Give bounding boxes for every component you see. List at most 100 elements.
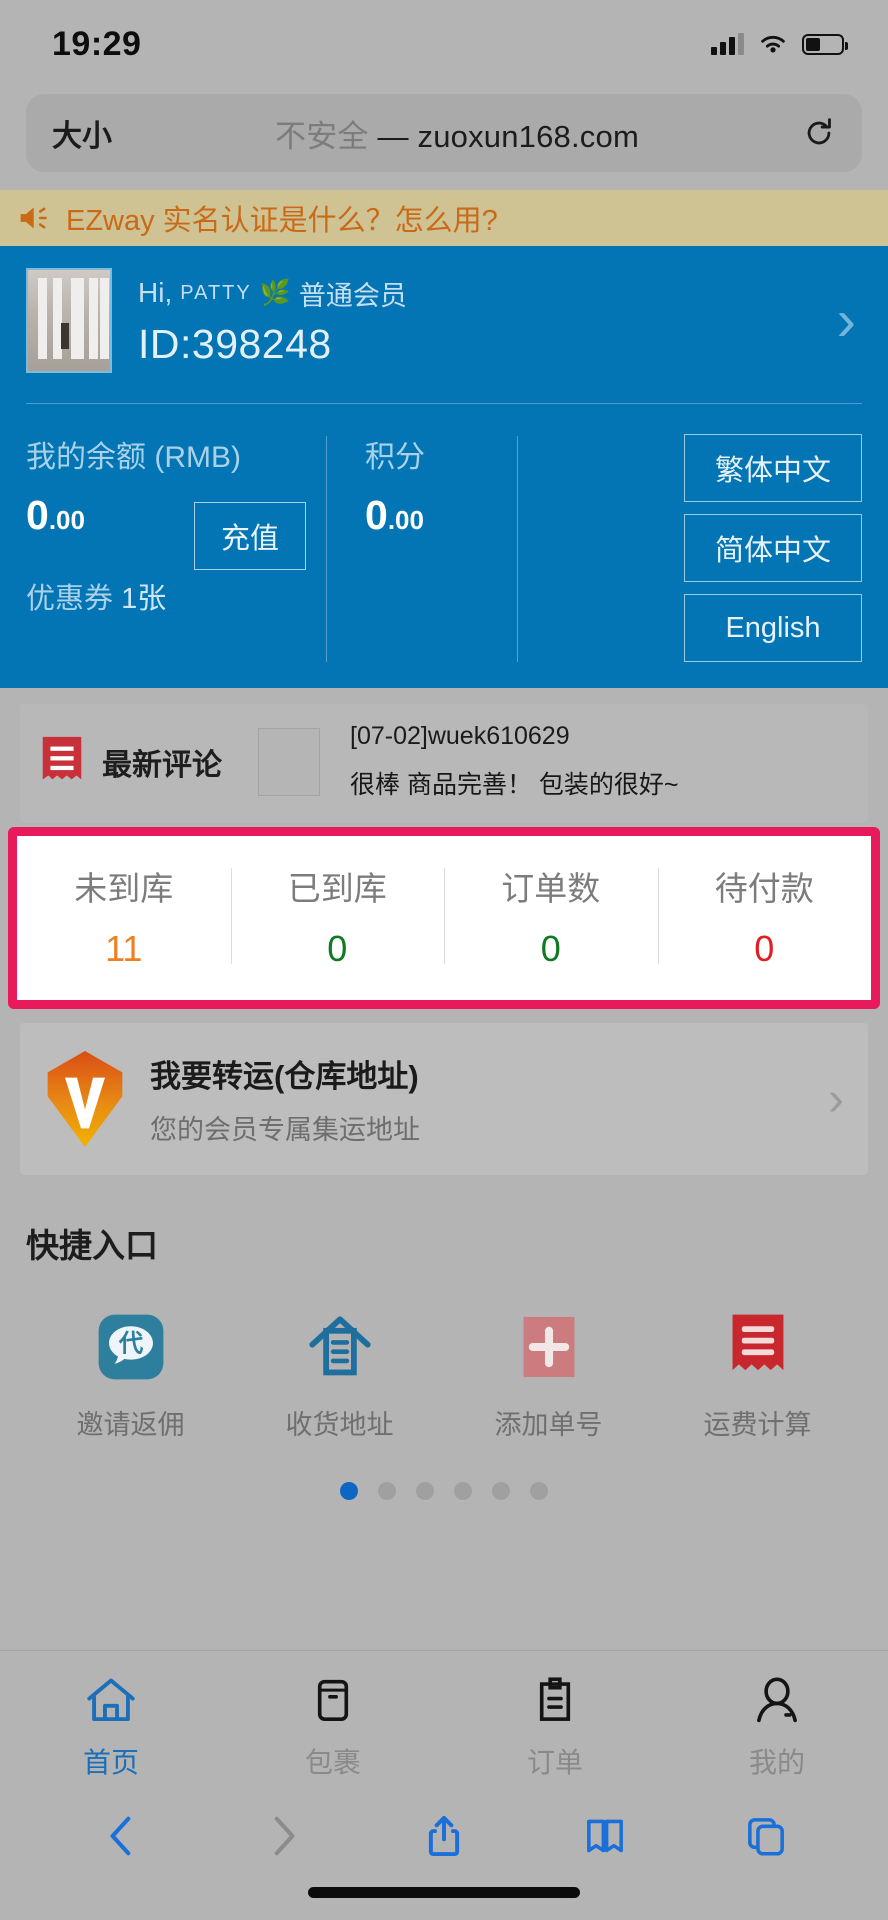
quick-entry-item-address[interactable]: 收货地址 xyxy=(235,1309,444,1442)
carousel-dot-1[interactable] xyxy=(340,1482,358,1500)
counter-value: 0 xyxy=(754,928,775,969)
balance-label: 我的余额 (RMB) xyxy=(26,441,241,474)
balance-decimal: .00 xyxy=(48,505,85,535)
quick-entry-label: 运费计算 xyxy=(703,1410,812,1440)
counter-label: 未到库 xyxy=(74,870,174,907)
forward-icon xyxy=(260,1813,306,1859)
tab-packages[interactable]: 包裹 xyxy=(222,1669,444,1781)
megaphone-icon xyxy=(20,207,47,229)
points-value: 0.00 xyxy=(365,492,517,539)
home-icon xyxy=(0,1669,222,1733)
url-domain: zuoxun168.com xyxy=(417,118,639,154)
svg-text:代: 代 xyxy=(117,1331,143,1358)
balance-block: 我的余额 (RMB) 0.00 充值 优惠券 1张 xyxy=(26,432,326,617)
tab-label: 我的 xyxy=(748,1746,805,1778)
back-icon[interactable] xyxy=(99,1813,145,1859)
counter-orders[interactable]: 订单数 0 xyxy=(444,862,658,970)
quick-entry-item-invite[interactable]: 代 邀请返佣 xyxy=(26,1309,235,1442)
safari-toolbar xyxy=(0,1798,888,1874)
url-separator: — xyxy=(377,118,409,154)
profile-text: Hi, PATTY 🌿 普通会员 ID:398248 xyxy=(112,274,837,368)
counter-value: 11 xyxy=(105,928,143,969)
coupon-count: 1张 xyxy=(121,583,167,615)
quick-entry-item-add-tracking[interactable]: 添加单号 xyxy=(444,1309,653,1442)
carousel-dot-4[interactable] xyxy=(454,1482,472,1500)
tab-label: 包裹 xyxy=(304,1746,361,1778)
latest-review-card[interactable]: 最新评论 [07-02]wuek610629 很棒 商品完善！ 包装的很好~ xyxy=(20,704,868,823)
v-pin-logo-icon xyxy=(47,1051,123,1147)
carousel-dot-6[interactable] xyxy=(530,1482,548,1500)
shipping-calculator-icon xyxy=(653,1309,862,1385)
wallet-divider-2 xyxy=(517,436,518,662)
share-icon[interactable] xyxy=(421,1813,467,1859)
announcement-bar[interactable]: EZway 实名认证是什么？怎么用? xyxy=(0,190,888,246)
carousel-dot-2[interactable] xyxy=(378,1482,396,1500)
counter-value: 0 xyxy=(327,928,348,969)
warehouse-text: 我要转运(仓库地址) 您的会员专属集运地址 xyxy=(150,1051,804,1147)
ios-status-bar: 19:29 xyxy=(0,0,888,88)
carousel-dot-3[interactable] xyxy=(416,1482,434,1500)
tab-home[interactable]: 首页 xyxy=(0,1669,222,1781)
package-icon xyxy=(222,1669,444,1733)
quick-entry-title: 快捷入口 xyxy=(26,1227,158,1264)
points-label: 积分 xyxy=(365,441,425,474)
avatar[interactable] xyxy=(26,268,112,373)
reload-icon[interactable] xyxy=(802,116,836,150)
coupon-row[interactable]: 优惠券 1张 xyxy=(26,575,326,617)
counter-arrived[interactable]: 已到库 0 xyxy=(230,862,445,970)
add-tracking-number-icon xyxy=(444,1309,653,1385)
language-button-traditional[interactable]: 繁体中文 xyxy=(684,434,862,502)
counter-label: 订单数 xyxy=(501,870,601,907)
order-clipboard-icon xyxy=(444,1669,666,1733)
member-level: 普通会员 xyxy=(298,280,407,311)
language-switcher: 繁体中文 简体中文 English xyxy=(684,432,862,662)
quick-entry-label: 添加单号 xyxy=(494,1410,603,1440)
review-user: [07-02]wuek610629 xyxy=(350,722,570,750)
page-size-button[interactable]: 大小 xyxy=(52,111,112,155)
language-button-english[interactable]: English xyxy=(684,594,862,662)
language-button-simplified[interactable]: 简体中文 xyxy=(684,514,862,582)
warehouse-chevron-icon[interactable]: › xyxy=(828,1072,844,1127)
carousel-dot-5[interactable] xyxy=(492,1482,510,1500)
tab-profile[interactable]: 我的 xyxy=(666,1669,888,1781)
cellular-signal-icon xyxy=(711,33,744,55)
tab-label: 订单 xyxy=(526,1746,583,1778)
points-integer: 0 xyxy=(365,492,388,538)
tabs-icon[interactable] xyxy=(743,1813,789,1859)
quick-entry-section: 快捷入口 代 邀请返佣 收货地址 添加单号 运费计算 xyxy=(0,1175,888,1500)
invite-rebate-icon: 代 xyxy=(26,1309,235,1385)
topup-button[interactable]: 充值 xyxy=(194,502,307,570)
review-thumbnail xyxy=(258,727,320,796)
quick-entry-item-shipping-calc[interactable]: 运费计算 xyxy=(653,1309,862,1442)
profile-chevron-icon[interactable]: › xyxy=(837,291,862,350)
bookmarks-icon[interactable] xyxy=(582,1813,628,1859)
receipt-icon xyxy=(42,736,82,779)
coupon-label: 优惠券 xyxy=(26,583,114,615)
profile-row[interactable]: Hi, PATTY 🌿 普通会员 ID:398248 › xyxy=(26,268,862,373)
phone-screen: 19:29 大小 不安全 — zuoxun168.com EZway 实名认证是… xyxy=(0,0,888,1920)
quick-entry-label: 邀请返佣 xyxy=(76,1410,185,1440)
browser-url-bar-container: 大小 不安全 — zuoxun168.com xyxy=(0,88,888,190)
tab-orders[interactable]: 订单 xyxy=(444,1669,666,1781)
wifi-icon xyxy=(761,35,785,53)
warehouse-address-card[interactable]: 我要转运(仓库地址) 您的会员专属集运地址 › xyxy=(20,1023,868,1175)
delivery-address-icon xyxy=(235,1309,444,1385)
status-indicators xyxy=(711,32,848,56)
quick-entry-grid: 代 邀请返佣 收货地址 添加单号 运费计算 xyxy=(26,1309,862,1442)
counter-not-arrived[interactable]: 未到库 11 xyxy=(17,862,231,970)
counters-highlight-box: 未到库 11 已到库 0 订单数 0 待付款 0 xyxy=(8,827,880,1009)
username: PATTY xyxy=(180,281,252,304)
counter-pending-payment[interactable]: 待付款 0 xyxy=(657,862,872,970)
status-time: 19:29 xyxy=(52,24,142,63)
counter-label: 待付款 xyxy=(714,870,814,907)
profile-panel: Hi, PATTY 🌿 普通会员 ID:398248 › 我的余额 (RMB) … xyxy=(0,246,888,688)
points-decimal: .00 xyxy=(387,505,424,535)
user-id: ID:398248 xyxy=(138,320,332,367)
carousel-dots xyxy=(26,1482,862,1500)
wallet-row: 我的余额 (RMB) 0.00 充值 优惠券 1张 积分 0.00 繁体中文 简… xyxy=(26,404,862,662)
url-bar[interactable]: 大小 不安全 — zuoxun168.com xyxy=(26,94,862,172)
review-comment: 很棒 商品完善！ 包装的很好~ xyxy=(350,771,679,799)
url-text[interactable]: 不安全 — zuoxun168.com xyxy=(112,111,802,156)
points-block: 积分 0.00 xyxy=(327,432,517,539)
warehouse-subtitle: 您的会员专属集运地址 xyxy=(150,1115,420,1145)
